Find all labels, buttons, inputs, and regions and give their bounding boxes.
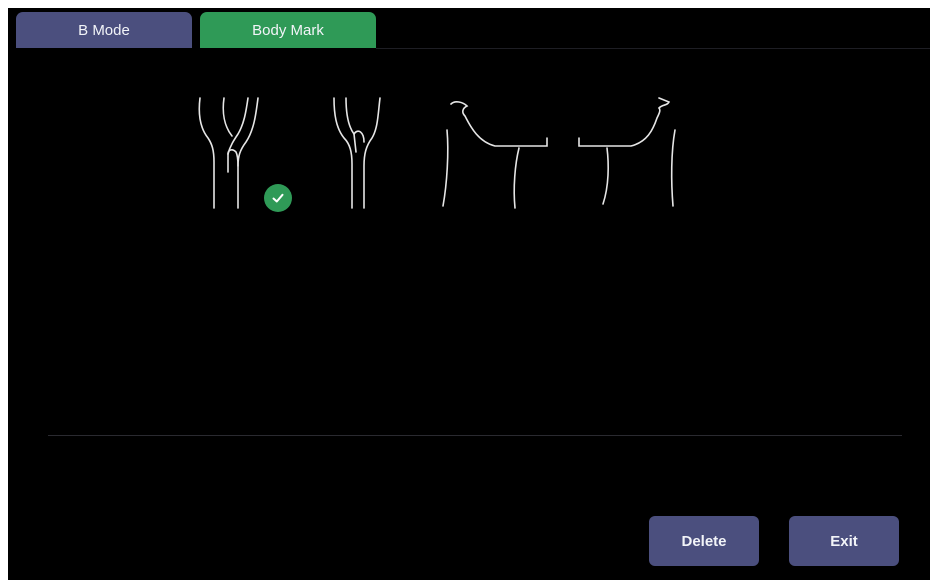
body-mark-item-3[interactable]	[435, 92, 555, 212]
carotid-bifurcation-left-icon	[198, 97, 259, 209]
exit-button[interactable]: Exit	[789, 516, 899, 566]
tab-body-mark-label: Body Mark	[252, 21, 324, 39]
delete-button-label: Delete	[681, 532, 727, 550]
exit-button-label: Exit	[830, 532, 858, 550]
neck-thyroid-right-icon	[578, 97, 676, 207]
carotid-bifurcation-right-icon	[333, 97, 381, 209]
tab-bar-divider	[376, 48, 930, 49]
body-mark-item-4[interactable]	[575, 92, 695, 212]
tab-b-mode[interactable]: B Mode	[16, 12, 192, 48]
tab-body-mark[interactable]: Body Mark	[200, 12, 376, 48]
delete-button[interactable]: Delete	[649, 516, 759, 566]
content-divider	[48, 435, 902, 436]
neck-thyroid-left-icon	[442, 101, 548, 209]
body-mark-item-1[interactable]	[180, 92, 292, 212]
body-mark-screen: B Mode Body Mark Delete Exit	[8, 8, 930, 580]
tab-b-mode-label: B Mode	[78, 21, 130, 39]
check-icon	[264, 184, 292, 212]
body-mark-grid	[180, 92, 700, 222]
mode-tab-bar: B Mode Body Mark	[16, 12, 930, 49]
body-mark-item-2[interactable]	[320, 92, 400, 212]
